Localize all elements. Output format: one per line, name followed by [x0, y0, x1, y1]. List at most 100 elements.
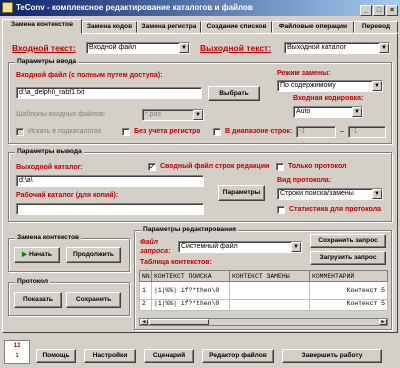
range-from-field: -1 — [296, 126, 336, 138]
tab-translate[interactable]: Перевод — [354, 21, 398, 33]
mask-value: *.pas — [145, 111, 161, 118]
start-label: Начать — [28, 251, 52, 258]
chevron-down-icon[interactable]: ▼ — [291, 242, 301, 252]
input-file-field[interactable]: d:\a_delphi\_rabf1.txt — [16, 87, 202, 99]
subdir-label: Искать в подкаталогах — [28, 128, 102, 135]
output-params-title: Параметры вывода — [15, 148, 84, 155]
scroll-left-icon[interactable]: ◄ — [140, 319, 148, 325]
replace-mode-select[interactable]: По содержимому ▼ — [277, 80, 383, 92]
range-checkbox[interactable] — [213, 128, 221, 136]
continue-button[interactable]: Продолжить — [66, 247, 121, 263]
subdir-checkbox — [16, 128, 24, 136]
load-query-button[interactable]: Загрузить запрос — [310, 251, 386, 265]
cell-search[interactable]: |1|%%| if?*then\0 — [151, 299, 230, 311]
only-protocol-checkbox[interactable] — [276, 163, 284, 171]
col-nn[interactable]: NN — [139, 270, 152, 282]
output-text-value: Выходной каталог — [287, 44, 347, 51]
chevron-down-icon[interactable]: ▼ — [352, 107, 362, 117]
mask-label: Шаблоны входных файлов: — [16, 111, 106, 118]
scroll-right-icon[interactable]: ► — [379, 319, 387, 325]
col-comment[interactable]: КОММЕНТАРИЙ — [309, 270, 388, 282]
save-query-button[interactable]: Сохранить запрос — [310, 234, 386, 248]
window-title: TeConv - комплексное редактирование ката… — [16, 3, 253, 12]
finish-button[interactable]: Завершить работу — [282, 349, 382, 363]
tab-strip: Замена контекстов Замена кодов Замена ре… — [2, 19, 398, 34]
range-to-field: -1 — [348, 126, 386, 138]
start-button[interactable]: ▶ Начать — [14, 247, 60, 263]
cell-nn[interactable]: 1 — [139, 281, 152, 300]
query-file-select[interactable]: Системный файл ▼ — [178, 241, 302, 253]
output-text-select[interactable]: Выходной каталог ▼ — [284, 42, 390, 54]
select-file-button[interactable]: Выбрать — [208, 86, 260, 101]
minimize-icon[interactable]: _ — [360, 5, 372, 16]
chevron-down-icon[interactable]: ▼ — [379, 43, 389, 53]
contexts-table[interactable]: NN КОНТЕКСТ ПОИСКА КОНТЕКСТ ЗАМЕНЫ КОММЕ… — [139, 270, 388, 311]
save-protocol-button[interactable]: Сохранить — [66, 292, 121, 308]
mask-select: *.pas ▼ — [142, 109, 204, 121]
replace-contexts-title: Замена контекстов — [15, 234, 82, 241]
cell-nn[interactable]: 2 — [139, 299, 152, 311]
tab-replace-case[interactable]: Замена регистра — [137, 21, 201, 33]
table-header: NN КОНТЕКСТ ПОИСКА КОНТЕКСТ ЗАМЕНЫ КОММЕ… — [139, 270, 388, 282]
summary-label: Сводный файл строк редакции — [160, 163, 270, 170]
encoding-select[interactable]: Auto ▼ — [293, 106, 363, 118]
cell-comment[interactable]: Контекст 5 — [309, 281, 388, 300]
tab-create-lists[interactable]: Создание списков — [201, 21, 272, 33]
output-view-value: Строки поиска/замены — [280, 190, 354, 197]
range-dash: – — [340, 128, 344, 135]
input-text-value: Входной файл — [89, 44, 137, 51]
input-file-label: Входной файл (с полным путем доступа): — [16, 72, 163, 79]
table-row[interactable]: 2 |1|%%| if?*then\0 Контекст 5 — [139, 299, 388, 311]
summary-checkbox[interactable] — [148, 162, 156, 171]
chevron-down-icon[interactable]: ▼ — [372, 189, 382, 199]
edit-params-title: Параметры редактирования — [141, 226, 238, 233]
app-icon — [2, 2, 13, 13]
scroll-thumb[interactable] — [149, 319, 209, 325]
range-label: В диапазоне строк: — [225, 128, 293, 135]
tab-replace-codes[interactable]: Замена кодов — [82, 21, 137, 33]
settings-button[interactable]: Настройки — [84, 349, 136, 363]
tab-file-operations[interactable]: Файловые операции — [272, 21, 354, 33]
col-replace[interactable]: КОНТЕКСТ ЗАМЕНЫ — [229, 270, 310, 282]
encoding-label: Входная кодировка: — [293, 95, 364, 102]
calendar-icon[interactable]: 12 1 — [4, 340, 30, 364]
chevron-down-icon[interactable]: ▼ — [372, 81, 382, 91]
output-text-label: Выходной текст: — [200, 43, 272, 53]
encoding-value: Auto — [296, 108, 311, 115]
table-row[interactable]: 1 |1|%%| if?*then\0 Контекст 5 — [139, 281, 388, 300]
table-hscrollbar[interactable]: ◄ ► — [139, 318, 388, 326]
table-label: Таблица контекстов: — [140, 259, 212, 266]
cell-comment[interactable]: Контекст 5 — [309, 299, 388, 311]
stats-label: Статистика для протокола — [289, 206, 382, 213]
cell-replace[interactable] — [229, 281, 310, 300]
calendar-bottom: 1 — [15, 353, 19, 359]
output-view-select[interactable]: Строки поиска/замены ▼ — [277, 188, 383, 200]
window-titlebar: TeConv - комплексное редактирование ката… — [0, 0, 400, 16]
params-button[interactable]: Параметры — [218, 185, 265, 201]
tab-replace-contexts[interactable]: Замена контекстов — [2, 19, 82, 34]
chevron-down-icon[interactable]: ▼ — [179, 43, 189, 53]
stats-checkbox[interactable] — [277, 206, 285, 214]
input-text-label: Входной текст: — [12, 43, 76, 53]
cell-search[interactable]: |1|%%| if?*then\0 — [151, 281, 230, 300]
file-editor-button[interactable]: Редактор файлов — [202, 349, 274, 363]
output-file-label: Выходной каталог: — [16, 164, 83, 171]
close-icon[interactable]: × — [386, 5, 398, 16]
nocase-checkbox[interactable] — [122, 128, 130, 136]
calendar-top: 12 — [13, 343, 21, 349]
maximize-icon[interactable]: □ — [373, 5, 385, 16]
col-search[interactable]: КОНТЕКСТ ПОИСКА — [151, 270, 230, 282]
script-button[interactable]: Сценарий — [144, 349, 194, 363]
workdir-field[interactable] — [16, 203, 204, 215]
output-file-field[interactable]: d:\a\ — [16, 175, 204, 187]
input-params-title: Параметры ввода — [15, 58, 79, 65]
show-protocol-button[interactable]: Показать — [14, 292, 62, 308]
cell-replace[interactable] — [229, 299, 310, 311]
replace-mode-value: По содержимому — [280, 82, 336, 89]
nocase-label: Без учета регистра — [134, 128, 201, 135]
input-text-select[interactable]: Входной файл ▼ — [86, 42, 190, 54]
query-file-value: Системный файл — [181, 243, 238, 250]
help-button[interactable]: Помощь — [36, 349, 76, 363]
chevron-down-icon: ▼ — [193, 110, 203, 120]
only-protocol-label: Только протокол — [288, 163, 347, 170]
